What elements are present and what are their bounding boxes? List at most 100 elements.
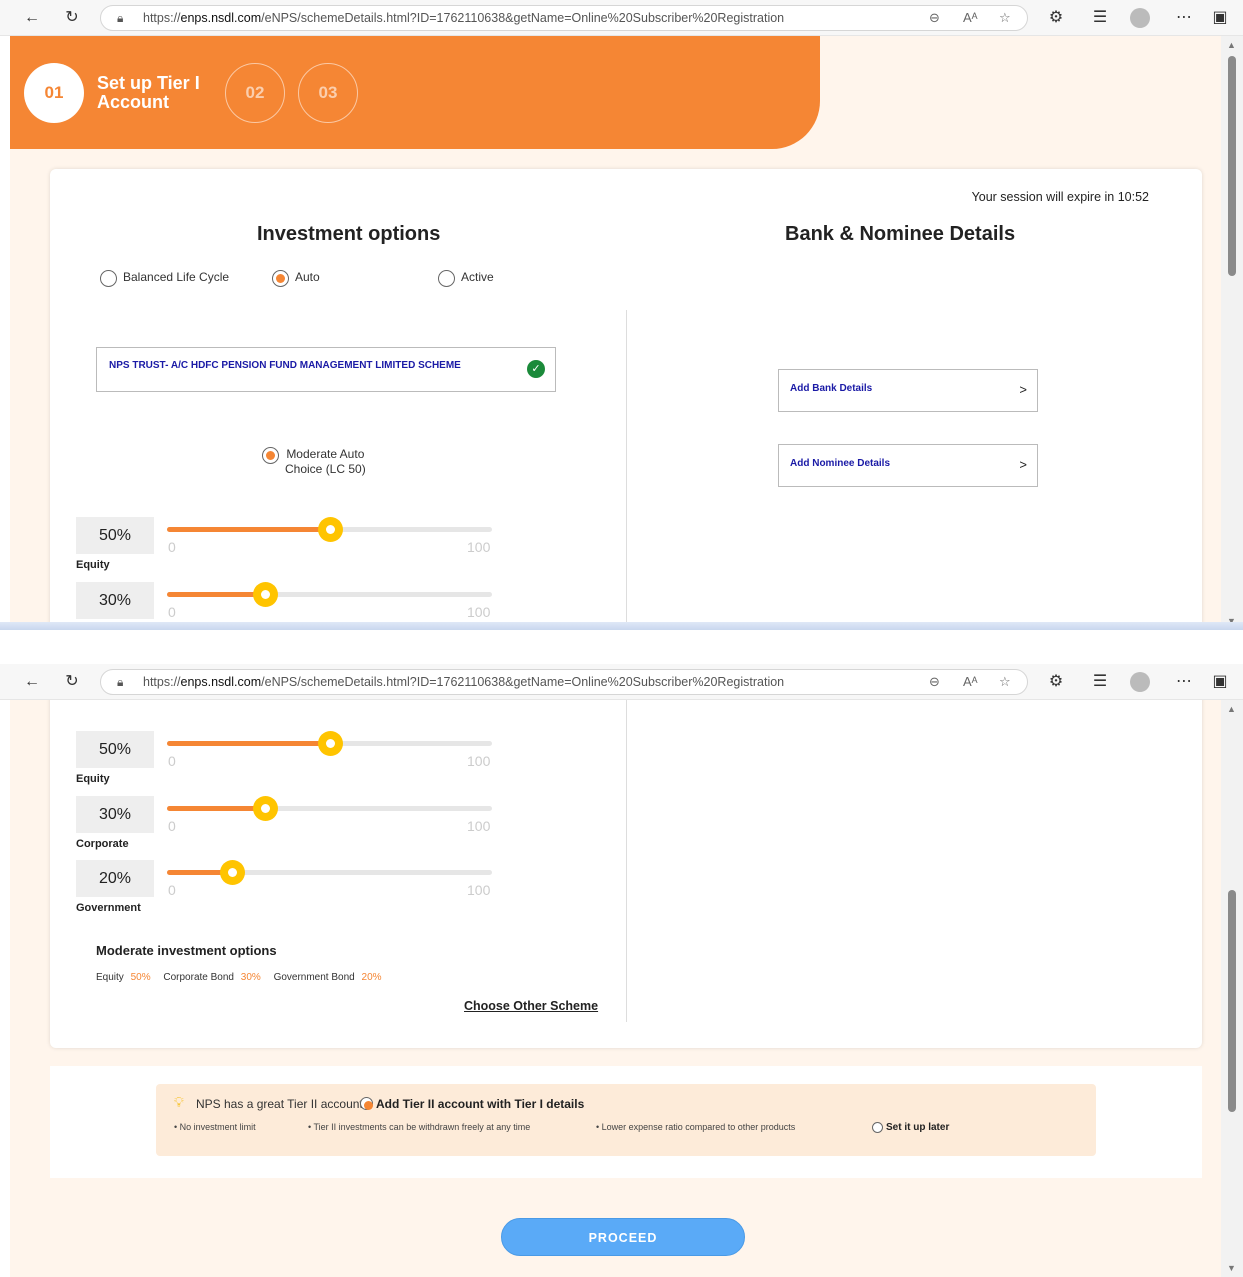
details-card: 50% Equity 0 100 30% Corporate 0 100 20%… [50,700,1202,1048]
slider-max: 100 [467,882,491,898]
slider-fill [167,527,330,532]
radio-set-later[interactable]: Set it up later [872,1122,949,1133]
bullet-1: • No investment limit [174,1122,256,1132]
bullet-text: Lower expense ratio compared to other pr… [601,1122,796,1132]
url-host: enps.nsdl.com [180,675,262,689]
slider-min: 0 [168,882,176,898]
extensions-icon[interactable]: ⚙ [1044,6,1068,30]
back-arrow-icon[interactable]: ← [20,6,44,30]
slider-fill [167,806,265,811]
add-bank-label: Add Bank Details [790,383,873,394]
slider-max: 100 [467,818,491,834]
refresh-icon[interactable]: ↻ [60,6,84,30]
government-slider[interactable] [167,860,492,885]
more-menu-icon[interactable]: ⋯ [1172,670,1196,694]
favorites-icon[interactable]: ☰ [1088,6,1112,30]
zoom-icon[interactable]: ⊖ [929,670,940,694]
scroll-down-icon[interactable]: ▼ [1227,1263,1236,1273]
slider-min: 0 [168,604,176,620]
scroll-thumb[interactable] [1228,56,1236,276]
sidebar-icon[interactable]: ▣ [1208,6,1232,30]
scroll-thumb[interactable] [1228,890,1236,1112]
add-bank-details-button[interactable]: Add Bank Details > [778,369,1038,412]
screenshot-gap [0,630,1243,664]
radio-circle-selected [360,1097,373,1111]
url-host: enps.nsdl.com [180,11,262,25]
slider-knob[interactable] [220,860,245,885]
page-viewport: 01 Set up Tier I Account 02 03 Your sess… [10,36,1221,630]
read-aloud-icon[interactable]: Aᴬ [963,6,978,30]
read-aloud-icon[interactable]: Aᴬ [963,670,978,694]
equity-percent: 50% [76,731,154,768]
radio-label: Balanced Life Cycle [123,270,230,284]
scrollbar[interactable]: ▲ ▼ [1221,36,1243,630]
slider-knob[interactable] [317,731,343,756]
slider-knob[interactable] [252,796,278,821]
add-nominee-details-button[interactable]: Add Nominee Details > [778,444,1038,487]
scheme-box[interactable]: NPS TRUST- A/C HDFC PENSION FUND MANAGEM… [96,347,556,392]
scrollbar[interactable]: ▲ ▼ [1221,700,1243,1277]
zoom-icon[interactable]: ⊖ [929,6,940,30]
proceed-button[interactable]: PROCEED [501,1218,745,1256]
radio-circle [100,270,117,287]
tier2-prompt: NPS has a great Tier II account [196,1097,363,1111]
summary-pct: 30% [240,972,261,983]
step-title-line1: Set up Tier I [97,73,200,93]
refresh-icon[interactable]: ↻ [60,670,84,694]
corporate-label: Corporate [76,838,129,850]
radio-circle-selected [262,447,279,464]
column-divider [626,310,627,630]
step-2-circle: 02 [225,63,285,123]
chevron-right-icon: > [1019,457,1027,472]
details-card: Your session will expire in 10:52 Invest… [50,169,1202,630]
tier2-section: 💡︎ NPS has a great Tier II account Add T… [50,1066,1202,1178]
corporate-percent: 30% [76,582,154,619]
scroll-up-icon[interactable]: ▲ [1227,40,1236,50]
choose-other-scheme-link[interactable]: Choose Other Scheme [464,999,598,1013]
address-bar[interactable]: 🔒︎ https://enps.nsdl.com/eNPS/schemeDeta… [100,669,1028,695]
url-path: /eNPS/schemeDetails.html?ID=1762110638&g… [261,11,785,25]
taskbar-strip [0,622,1243,630]
corporate-slider[interactable] [167,796,492,821]
slider-knob[interactable] [252,582,278,607]
slider-min: 0 [168,753,176,769]
bullet-text: No investment limit [179,1122,256,1132]
equity-slider[interactable] [167,517,492,542]
scroll-up-icon[interactable]: ▲ [1227,704,1236,714]
equity-label: Equity [76,773,110,785]
address-bar[interactable]: 🔒︎ https://enps.nsdl.com/eNPS/schemeDeta… [100,5,1028,31]
slider-fill [167,741,330,746]
favorite-star-icon[interactable]: ☆ [999,670,1011,694]
bullet-3: • Lower expense ratio compared to other … [596,1122,796,1132]
column-divider [626,700,627,1022]
set-later-label: Set it up later [886,1122,950,1133]
radio-label: Active [461,270,494,284]
step-3-circle: 03 [298,63,358,123]
equity-slider[interactable] [167,731,492,756]
favorite-star-icon[interactable]: ☆ [999,6,1011,30]
browser-toolbar: ← ↻ 🔒︎ https://enps.nsdl.com/eNPS/scheme… [0,664,1243,700]
slider-knob[interactable] [317,517,343,542]
corporate-slider[interactable] [167,582,492,607]
government-label: Government [76,902,141,914]
more-menu-icon[interactable]: ⋯ [1172,6,1196,30]
equity-label: Equity [76,559,110,571]
radio-moderate-auto-choice[interactable]: Moderate Auto Choice (LC 50) [262,447,366,477]
radio-label: Auto [295,270,320,284]
tier2-box: 💡︎ NPS has a great Tier II account Add T… [156,1084,1096,1156]
profile-avatar-icon[interactable] [1130,8,1150,28]
extensions-icon[interactable]: ⚙ [1044,670,1068,694]
screenshot-top: ← ↻ 🔒︎ https://enps.nsdl.com/eNPS/scheme… [0,0,1243,630]
favorites-icon[interactable]: ☰ [1088,670,1112,694]
profile-avatar-icon[interactable] [1130,672,1150,692]
summary-pct: 20% [361,972,382,983]
url-path: /eNPS/schemeDetails.html?ID=1762110638&g… [261,675,785,689]
allocation-summary: Equity 50% Corporate Bond 30% Government… [96,972,382,983]
radio-active[interactable]: Active [438,270,494,287]
summary-pct: 50% [130,972,151,983]
sidebar-icon[interactable]: ▣ [1208,670,1232,694]
back-arrow-icon[interactable]: ← [20,670,44,694]
radio-auto[interactable]: Auto [272,270,320,287]
slider-fill [167,592,265,597]
radio-balanced-life-cycle[interactable]: Balanced Life Cycle [100,270,229,287]
